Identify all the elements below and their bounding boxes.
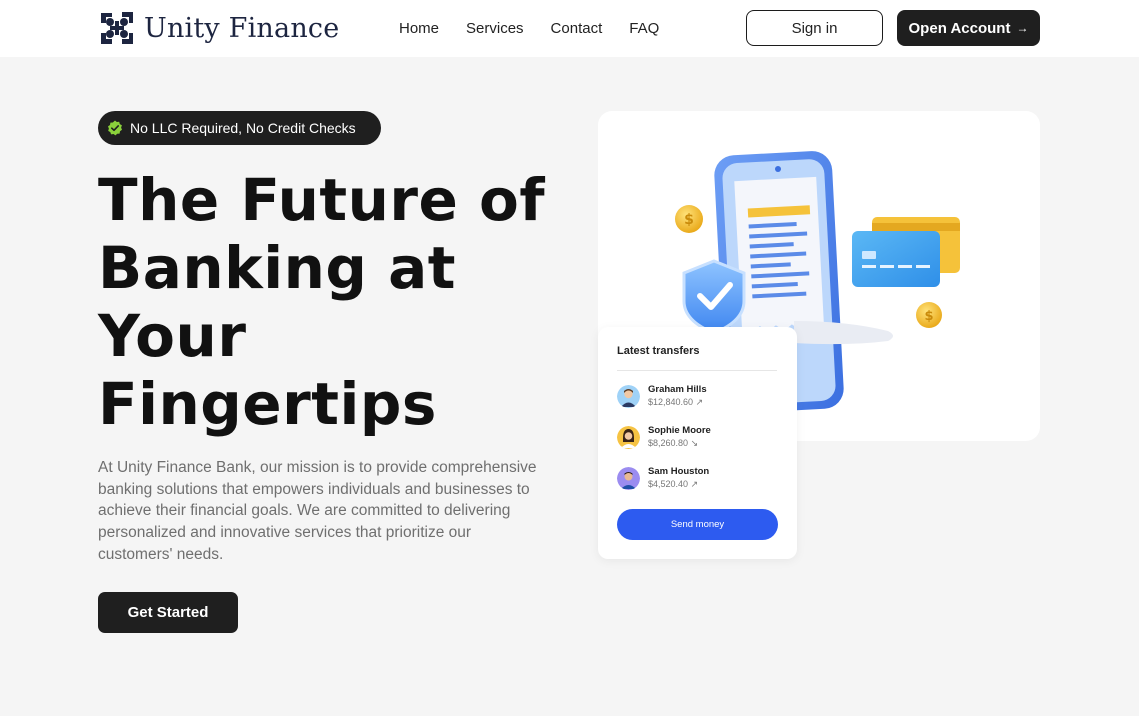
arrow-up-right-icon: ↗ — [695, 397, 704, 407]
transfer-row[interactable]: Graham Hills $12,840.60 ↗ — [617, 384, 707, 409]
transfer-amount: $8,260.80 ↘ — [648, 438, 699, 448]
logo-mark-icon — [101, 12, 133, 44]
receipt-shape — [734, 176, 824, 333]
arrow-down-right-icon: ↘ — [690, 438, 699, 448]
credit-card-icon — [852, 217, 960, 287]
main-nav: Home Services Contact FAQ — [399, 20, 659, 37]
nav-home-link[interactable]: Home — [399, 20, 439, 37]
send-money-button[interactable]: Send money — [617, 509, 778, 540]
transfer-name: Graham Hills — [648, 384, 707, 395]
hero-title: The Future of Banking at Your Fingertips — [98, 166, 546, 438]
brand-name: Unity Finance — [144, 12, 340, 44]
sign-in-button[interactable]: Sign in — [746, 10, 883, 46]
hero-description: At Unity Finance Bank, our mission is to… — [98, 459, 537, 563]
transfers-title: Latest transfers — [617, 345, 700, 357]
shield-check-icon — [682, 259, 746, 335]
transfer-row[interactable]: Sophie Moore $8,260.80 ↘ — [617, 425, 711, 450]
coin-icon: $ — [675, 205, 703, 233]
transfer-amount: $4,520.40 ↗ — [648, 479, 699, 489]
brand-logo[interactable]: Unity Finance — [98, 9, 339, 47]
coin-icon: $ — [916, 302, 942, 328]
avatar — [617, 385, 640, 408]
check-badge-icon — [108, 120, 122, 136]
get-started-button[interactable]: Get Started — [98, 592, 238, 633]
transfer-name: Sophie Moore — [648, 425, 711, 436]
open-account-button[interactable]: Open Account → — [897, 10, 1040, 46]
arrow-up-right-icon: ↗ — [690, 479, 699, 489]
nav-faq-link[interactable]: FAQ — [629, 20, 659, 37]
transfer-row[interactable]: Sam Houston $4,520.40 ↗ — [617, 466, 709, 491]
open-account-label: Open Account — [908, 19, 1011, 37]
badge-text: No LLC Required, No Credit Checks — [130, 120, 356, 136]
avatar — [617, 426, 640, 449]
top-navbar: Unity Finance Home Services Contact FAQ … — [0, 0, 1139, 57]
svg-text:$: $ — [684, 212, 694, 228]
svg-text:$: $ — [924, 309, 933, 324]
divider — [617, 370, 777, 371]
nav-services-link[interactable]: Services — [466, 20, 524, 37]
arrow-right-icon: → — [1016, 21, 1029, 35]
nav-contact-link[interactable]: Contact — [551, 20, 603, 37]
transfer-name: Sam Houston — [648, 466, 710, 477]
transfer-amount: $12,840.60 ↗ — [648, 397, 704, 407]
feature-badge: No LLC Required, No Credit Checks — [98, 111, 381, 145]
avatar — [617, 467, 640, 490]
latest-transfers-card: Latest transfers Graham Hills $12,840.60… — [598, 327, 797, 559]
